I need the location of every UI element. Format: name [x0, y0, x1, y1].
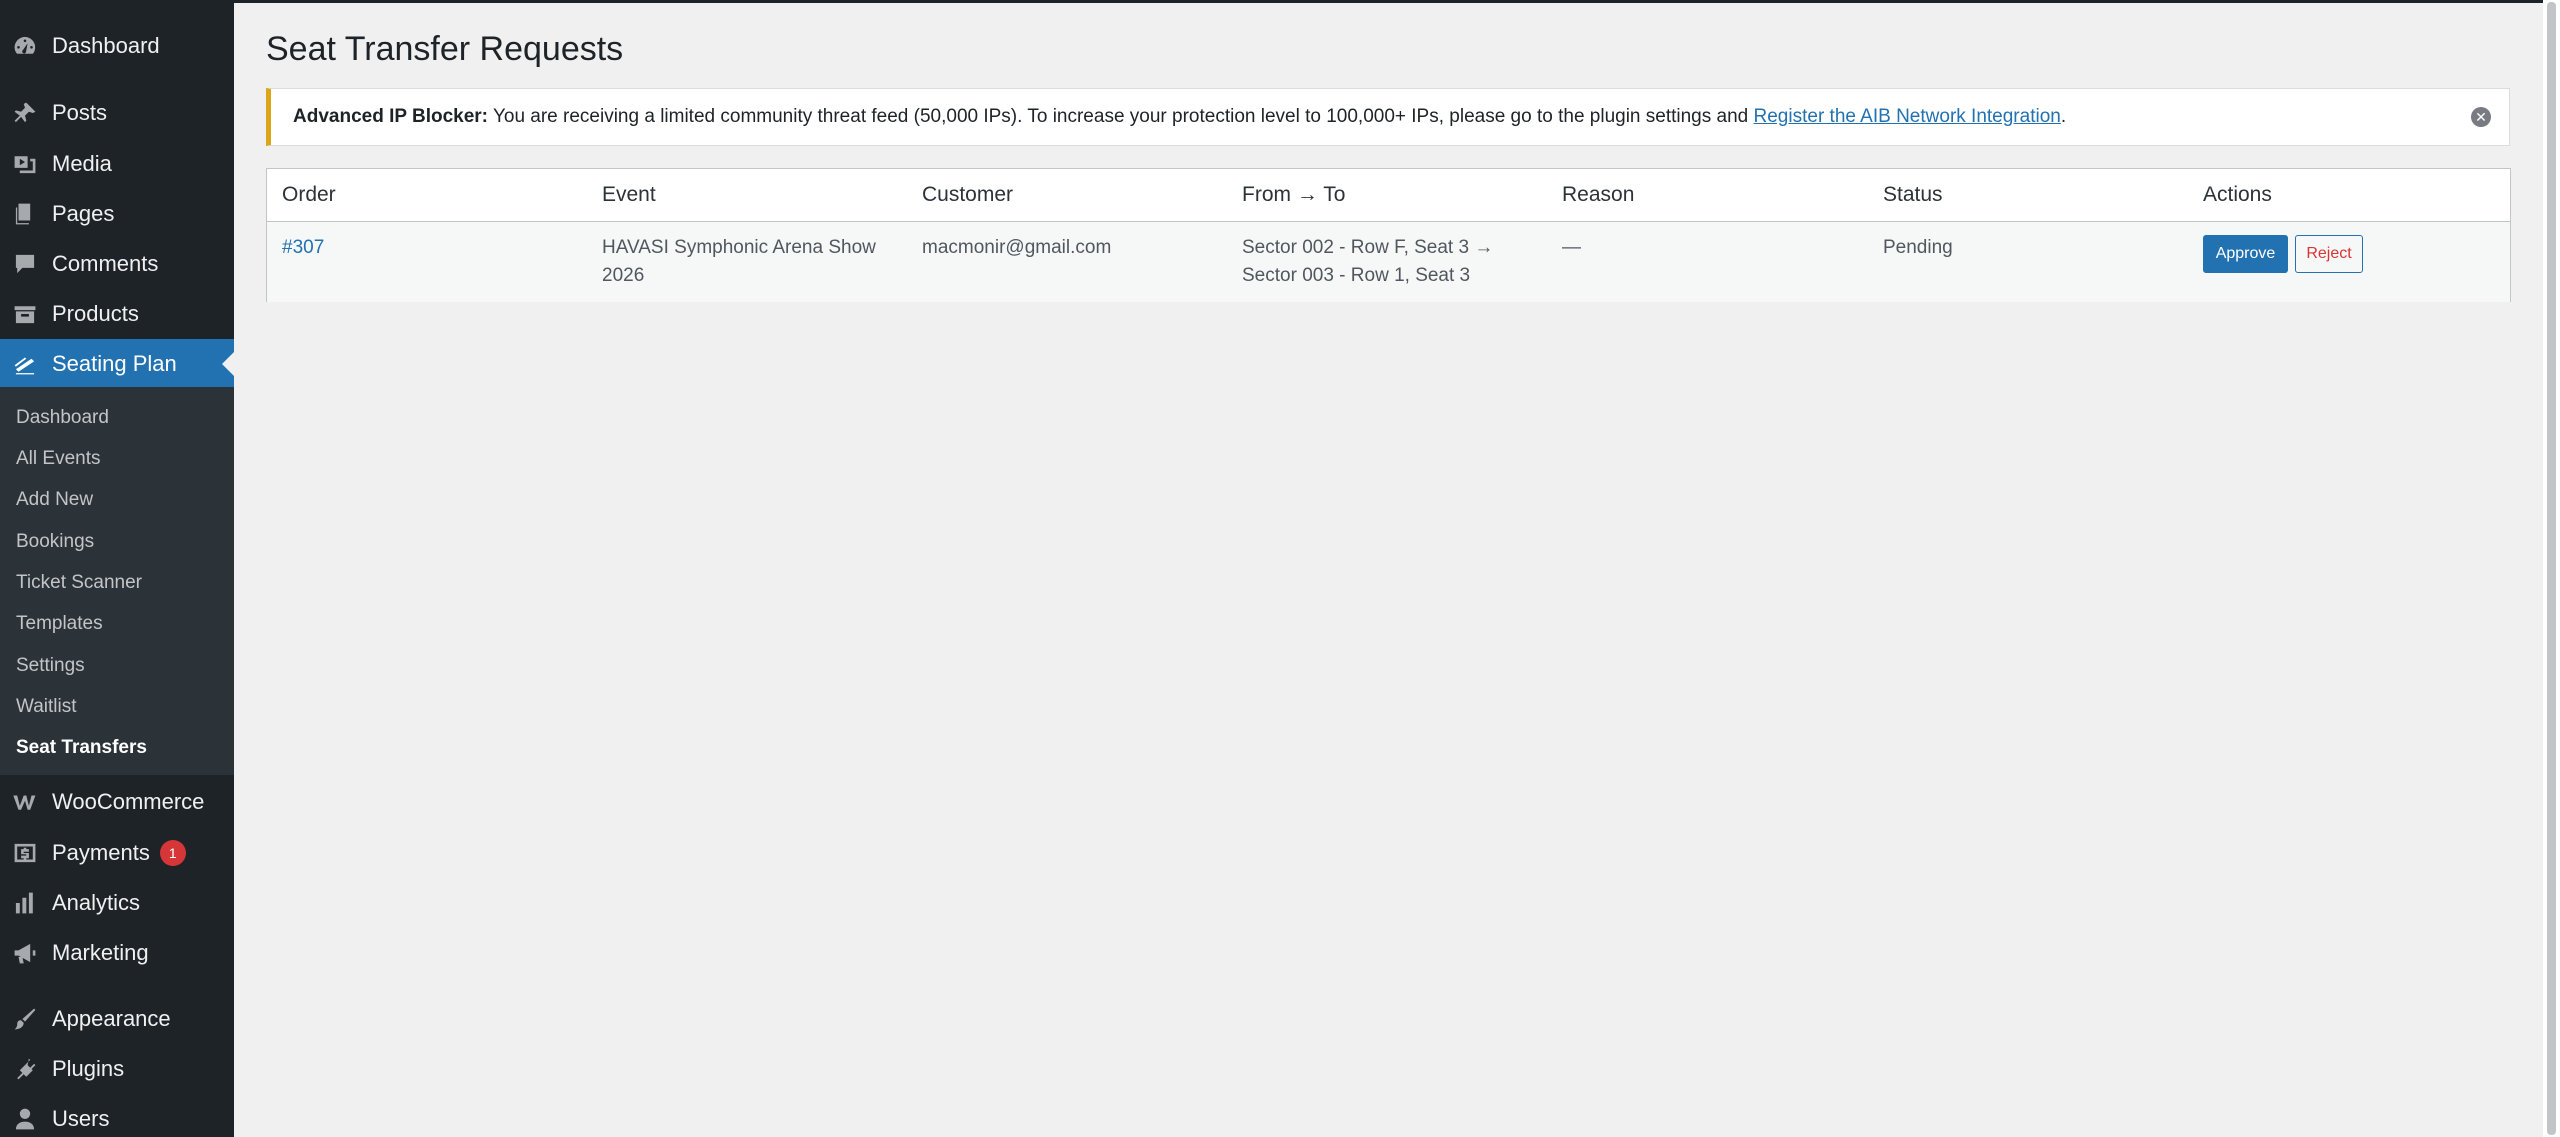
transfer-requests-table: Order Event Customer From → To Reason St… — [266, 168, 2511, 302]
menu-seating-plan[interactable]: Seating Plan — [0, 339, 234, 389]
event-cell: HAVASI Symphonic Arena Show 2026 — [602, 234, 876, 290]
submenu-add-new[interactable]: Add New — [16, 489, 93, 511]
page-title: Seat Transfer Requests — [266, 30, 624, 68]
menu-label: WooCommerce — [52, 789, 205, 814]
menu-label: Posts — [52, 100, 108, 125]
submenu-dashboard[interactable]: Dashboard — [16, 407, 109, 429]
notice-text: Advanced IP Blocker: You are receiving a… — [293, 106, 2066, 128]
archive-box-icon — [12, 301, 38, 327]
notice-label: Advanced IP Blocker: — [293, 106, 489, 127]
event-name-line1: HAVASI Symphonic Arena Show — [602, 237, 876, 258]
menu-dashboard[interactable]: Dashboard — [0, 21, 234, 71]
menu-products[interactable]: Products — [0, 289, 234, 339]
menu-label: Products — [52, 301, 139, 326]
menu-label: Media — [52, 151, 112, 176]
reject-button[interactable]: Reject — [2295, 235, 2363, 273]
seating-plan-icon — [12, 351, 38, 377]
to-seat: Sector 003 - Row 1, Seat 3 — [1242, 265, 1471, 286]
menu-label: Comments — [52, 251, 159, 276]
woocommerce-w-icon — [12, 789, 38, 815]
notice-period: . — [2060, 106, 2067, 127]
customer-cell: macmonir@gmail.com — [922, 237, 1112, 258]
column-header-actions: Actions — [2203, 183, 2272, 206]
admin-sidebar: Dashboard Posts Media Pages Comments Pro… — [0, 3, 234, 1137]
pages-icon — [12, 201, 38, 227]
menu-plugins[interactable]: Plugins — [0, 1044, 234, 1094]
event-name-line2: 2026 — [602, 265, 645, 286]
column-header-customer: Customer — [922, 183, 1014, 206]
megaphone-icon — [12, 940, 38, 966]
menu-label: Analytics — [52, 890, 141, 915]
submenu-settings[interactable]: Settings — [16, 655, 85, 677]
approve-button[interactable]: Approve — [2203, 235, 2288, 273]
bar-chart-icon — [12, 890, 38, 916]
menu-marketing[interactable]: Marketing — [0, 928, 234, 978]
submenu-seat-transfers[interactable]: Seat Transfers — [16, 737, 147, 759]
status-cell: Pending — [1883, 237, 1953, 258]
submenu-bookings[interactable]: Bookings — [16, 531, 94, 553]
register-aib-link[interactable]: Register the AIB Network Integration — [1754, 106, 2061, 127]
menu-label: Seating Plan — [52, 351, 177, 376]
menu-media[interactable]: Media — [0, 139, 234, 189]
column-header-status: Status — [1883, 183, 1943, 206]
submenu-all-events[interactable]: All Events — [16, 448, 100, 470]
from-to-cell: Sector 002 - Row F, Seat 3 → Sector 003 … — [1242, 234, 1493, 290]
submenu-waitlist[interactable]: Waitlist — [16, 696, 77, 718]
seating-plan-submenu: Dashboard All Events Add New Bookings Ti… — [0, 387, 234, 775]
submenu-ticket-scanner[interactable]: Ticket Scanner — [16, 572, 142, 594]
active-menu-arrow-icon — [222, 352, 234, 376]
menu-label: Appearance — [52, 1006, 171, 1031]
column-header-reason: Reason — [1562, 183, 1635, 206]
menu-posts[interactable]: Posts — [0, 88, 234, 138]
column-header-order: Order — [282, 183, 336, 206]
menu-woocommerce[interactable]: WooCommerce — [0, 777, 234, 827]
media-icon — [12, 151, 38, 177]
from-seat: Sector 002 - Row F, Seat 3 → — [1242, 237, 1494, 258]
order-link[interactable]: #307 — [282, 234, 324, 262]
paintbrush-icon — [12, 1006, 38, 1032]
admin-top-bar — [0, 0, 2560, 3]
submenu-templates[interactable]: Templates — [16, 613, 103, 635]
comment-bubble-icon — [12, 251, 38, 277]
menu-pages[interactable]: Pages — [0, 189, 234, 239]
ip-blocker-notice: Advanced IP Blocker: You are receiving a… — [266, 88, 2510, 146]
menu-label: Pages — [52, 201, 115, 226]
page-scrollbar[interactable] — [2543, 0, 2560, 1137]
column-header-event: Event — [602, 183, 656, 206]
plugin-icon — [12, 1056, 38, 1082]
dashboard-gauge-icon — [12, 33, 38, 59]
menu-label: Dashboard — [52, 33, 160, 58]
scrollbar-thumb[interactable] — [2547, 2, 2556, 1135]
payments-count-badge: 1 — [159, 840, 186, 866]
menu-analytics[interactable]: Analytics — [0, 878, 234, 928]
payments-dollar-icon — [12, 840, 38, 866]
reason-cell: — — [1562, 237, 1581, 258]
notice-message: You are receiving a limited community th… — [488, 106, 1754, 127]
table-row: #307 HAVASI Symphonic Arena Show 2026 ma… — [267, 222, 2510, 302]
menu-label: Payments — [52, 840, 150, 865]
menu-label: Plugins — [52, 1056, 125, 1081]
table-header: Order Event Customer From → To Reason St… — [267, 169, 2510, 222]
menu-appearance[interactable]: Appearance — [0, 994, 234, 1044]
user-icon — [12, 1106, 38, 1132]
pushpin-icon — [12, 100, 38, 126]
menu-label: Marketing — [52, 940, 149, 965]
menu-payments[interactable]: Payments 1 — [0, 828, 234, 878]
menu-comments[interactable]: Comments — [0, 239, 234, 289]
menu-users[interactable]: Users — [0, 1094, 234, 1137]
menu-label: Users — [52, 1106, 110, 1131]
column-header-from-to: From → To — [1242, 183, 1346, 206]
dismiss-notice-icon[interactable]: ✕ — [2471, 107, 2491, 127]
